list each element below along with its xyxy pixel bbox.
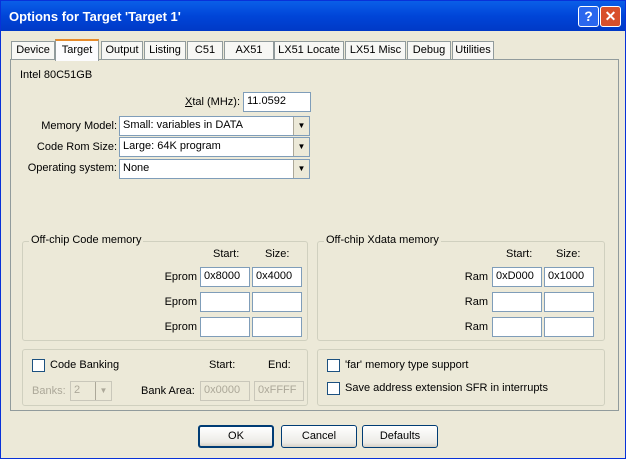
bank-end-input[interactable]: 0xFFFF — [254, 381, 304, 401]
code-banking-checkbox[interactable] — [32, 359, 45, 372]
code-start-header: Start: — [213, 248, 240, 260]
xdata-size-input[interactable]: 0x1000 — [544, 267, 594, 287]
xdata-memory-title: Off-chip Xdata memory — [324, 234, 441, 246]
memory-model-select[interactable]: Small: variables in DATA ▼ — [119, 116, 310, 136]
ram-label: Ram — [464, 321, 488, 333]
xdata-start-input[interactable] — [492, 292, 542, 312]
xtal-label: Xtal (MHz): — [185, 96, 241, 108]
tab-utilities[interactable]: Utilities — [452, 41, 494, 60]
code-size-input[interactable] — [252, 317, 302, 337]
chevron-down-icon[interactable]: ▼ — [293, 138, 309, 156]
bank-area-label: Bank Area: — [141, 385, 195, 397]
options-dialog: Options for Target 'Target 1' ? ✕ Device… — [0, 0, 626, 459]
xdata-size-input[interactable] — [544, 292, 594, 312]
close-button[interactable]: ✕ — [600, 6, 621, 27]
far-memory-checkbox[interactable] — [327, 359, 340, 372]
eprom-label: Eprom — [164, 296, 197, 308]
tab-debug[interactable]: Debug — [407, 41, 451, 60]
save-sfr-label: Save address extension SFR in interrupts — [345, 382, 548, 394]
bank-end-header: End: — [268, 359, 291, 371]
code-memory-title: Off-chip Code memory — [29, 234, 144, 246]
eprom-label: Eprom — [164, 321, 197, 333]
code-banking-label: Code Banking — [50, 359, 120, 371]
tab-device[interactable]: Device — [11, 41, 55, 60]
defaults-button[interactable]: Defaults — [362, 425, 438, 448]
cancel-button[interactable]: Cancel — [281, 425, 357, 448]
tab-output[interactable]: Output — [101, 41, 143, 60]
xdata-size-header: Size: — [556, 248, 581, 260]
tab-c51[interactable]: C51 — [187, 41, 223, 60]
bank-start-header: Start: — [209, 359, 236, 371]
title-bar[interactable]: Options for Target 'Target 1' ? ✕ — [1, 1, 625, 31]
tab-target[interactable]: Target — [55, 39, 99, 61]
code-size-input[interactable] — [252, 292, 302, 312]
code-start-input[interactable] — [200, 317, 250, 337]
code-start-input[interactable]: 0x8000 — [200, 267, 250, 287]
chevron-down-icon[interactable]: ▼ — [95, 382, 111, 400]
code-size-input[interactable]: 0x4000 — [252, 267, 302, 287]
tab-lx51-misc[interactable]: LX51 Misc — [345, 41, 406, 60]
memory-options-group: 'far' memory type support Save address e… — [317, 349, 605, 406]
xdata-memory-group: Off-chip Xdata memory Start: Size: Ram 0… — [317, 234, 605, 341]
ram-label: Ram — [464, 271, 488, 283]
code-rom-size-select[interactable]: Large: 64K program ▼ — [119, 137, 310, 157]
xdata-start-input[interactable] — [492, 317, 542, 337]
chevron-down-icon[interactable]: ▼ — [293, 160, 309, 178]
code-banking-group: Code Banking Start: End: Banks: 2 ▼ Bank… — [22, 349, 308, 406]
operating-system-label: Operating system: — [27, 162, 117, 174]
code-rom-size-label: Code Rom Size: — [36, 141, 117, 153]
tab-listing[interactable]: Listing — [144, 41, 186, 60]
target-panel: Intel 80C51GB Xtal (MHz): 11.0592 Memory… — [10, 59, 619, 411]
xdata-start-header: Start: — [506, 248, 533, 260]
banks-label: Banks: — [32, 385, 66, 397]
code-memory-group: Off-chip Code memory Start: Size: Eprom … — [22, 234, 308, 341]
device-name: Intel 80C51GB — [20, 69, 93, 81]
tab-ax51[interactable]: AX51 — [224, 41, 274, 60]
chevron-down-icon[interactable]: ▼ — [293, 117, 309, 135]
code-size-header: Size: — [265, 248, 290, 260]
memory-model-label: Memory Model: — [41, 120, 117, 132]
xtal-input[interactable]: 11.0592 — [243, 92, 311, 112]
eprom-label: Eprom — [164, 271, 197, 283]
tab-strip: Device Target Output Listing C51 AX51 LX… — [11, 39, 619, 61]
ram-label: Ram — [464, 296, 488, 308]
banks-select[interactable]: 2 ▼ — [70, 381, 112, 401]
bank-start-input[interactable]: 0x0000 — [200, 381, 250, 401]
xdata-size-input[interactable] — [544, 317, 594, 337]
far-memory-label: 'far' memory type support — [345, 359, 469, 371]
window-title: Options for Target 'Target 1' — [9, 9, 181, 24]
ok-button[interactable]: OK — [198, 425, 274, 448]
save-sfr-checkbox[interactable] — [327, 382, 340, 395]
tab-lx51-locate[interactable]: LX51 Locate — [274, 41, 344, 60]
help-button[interactable]: ? — [578, 6, 599, 27]
operating-system-select[interactable]: None ▼ — [119, 159, 310, 179]
xdata-start-input[interactable]: 0xD000 — [492, 267, 542, 287]
code-start-input[interactable] — [200, 292, 250, 312]
